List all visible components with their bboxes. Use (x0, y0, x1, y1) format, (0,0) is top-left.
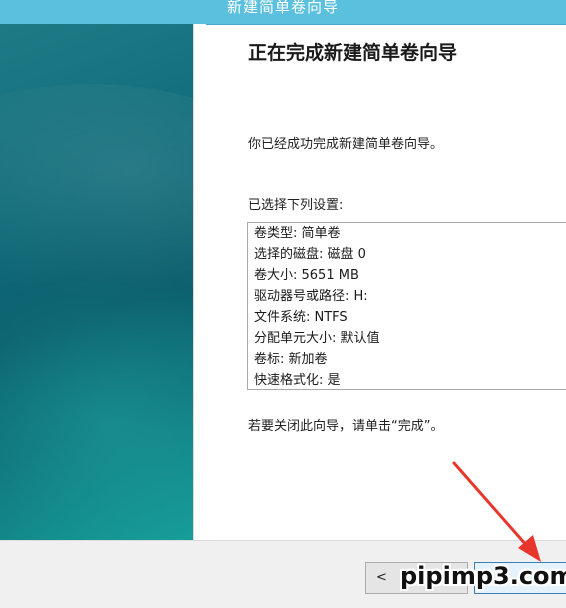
settings-row-drive-letter: 驱动器号或路径: H: (254, 289, 368, 304)
settings-row-quick-format: 快速格式化: 是 (254, 373, 341, 388)
settings-row-volume-type: 卷类型: 简单卷 (254, 226, 341, 241)
settings-row-allocation-unit: 分配单元大小: 默认值 (254, 331, 380, 346)
panel-divider (193, 24, 206, 540)
wizard-side-banner (0, 24, 193, 540)
settings-row-disk: 选择的磁盘: 磁盘 0 (254, 247, 366, 262)
closing-instruction: 若要关闭此向导，请单击“完成”。 (248, 419, 444, 434)
settings-list[interactable]: 卷类型: 简单卷 选择的磁盘: 磁盘 0 卷大小: 5651 MB 驱动器号或路… (247, 222, 566, 390)
page-title: 正在完成新建简单卷向导 (248, 42, 458, 64)
banner-wave-highlight (0, 84, 193, 304)
settings-row-file-system: 文件系统: NTFS (254, 310, 348, 325)
banner-wave-glow (0, 274, 193, 540)
settings-row-volume-size: 卷大小: 5651 MB (254, 268, 359, 283)
window-title: 新建简单卷向导 (226, 0, 339, 16)
settings-row-volume-label: 卷标: 新加卷 (254, 352, 328, 367)
watermark-text: pipimp3.com (400, 562, 566, 590)
title-bar: 新建简单卷向导 (0, 0, 566, 25)
settings-label: 已选择下列设置: (248, 198, 344, 213)
intro-text: 你已经成功完成新建简单卷向导。 (248, 137, 444, 152)
